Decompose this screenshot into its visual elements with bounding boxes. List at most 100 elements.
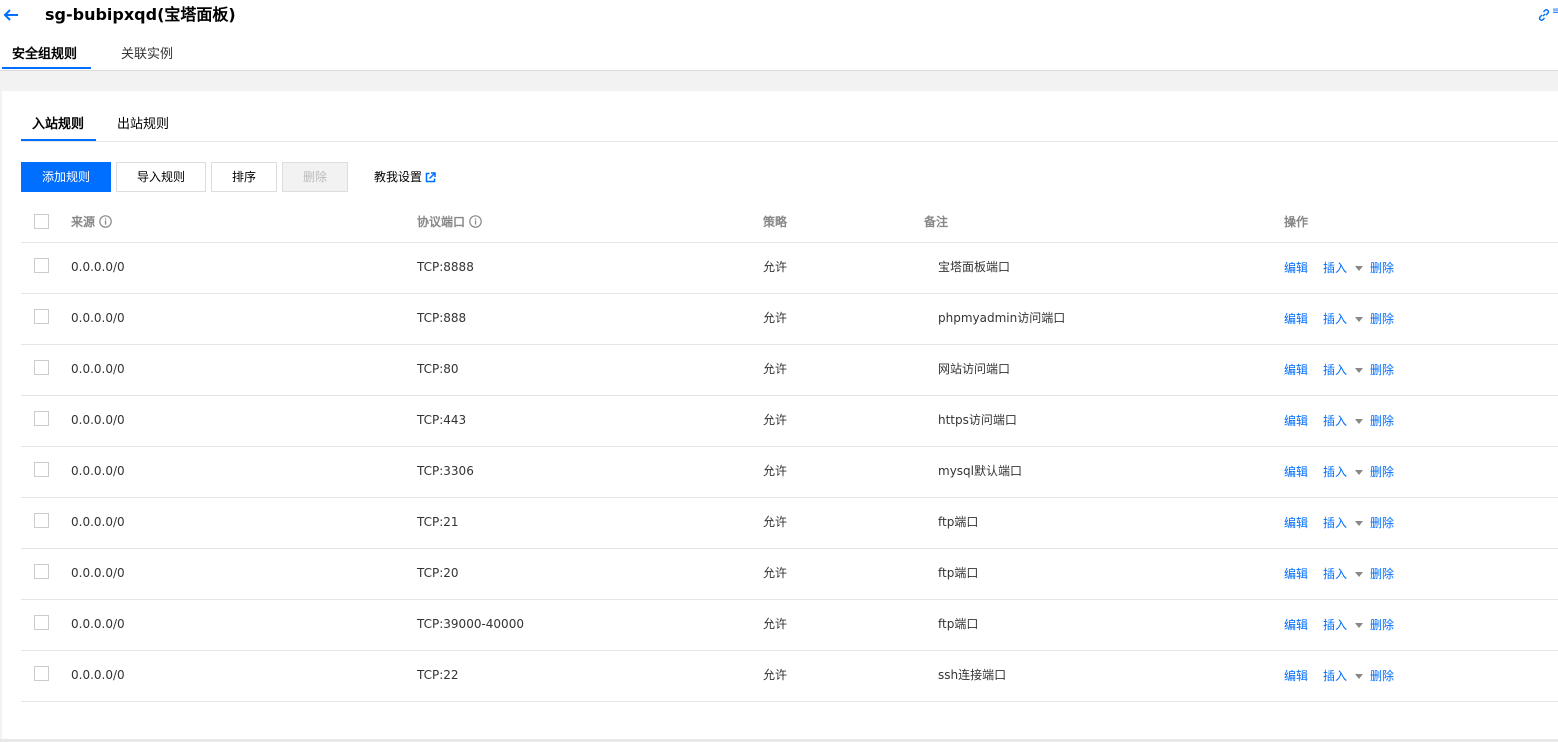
- source-cell: 0.0.0.0/0: [71, 566, 125, 580]
- chevron-down-icon[interactable]: [1355, 419, 1363, 424]
- sort-button[interactable]: 排序: [211, 162, 277, 192]
- menu-icon[interactable]: ≡: [1552, 6, 1558, 17]
- policy-cell: 允许: [763, 515, 788, 529]
- page-title: sg-bubipxqd(宝塔面板): [45, 5, 236, 24]
- edit-link[interactable]: 编辑: [1284, 363, 1308, 377]
- chevron-down-icon[interactable]: [1355, 674, 1363, 679]
- chevron-down-icon[interactable]: [1355, 317, 1363, 322]
- source-cell: 0.0.0.0/0: [71, 617, 125, 631]
- row-checkbox[interactable]: [34, 462, 49, 477]
- column-protocol-port-label: 协议端口: [417, 215, 466, 229]
- row-checkbox[interactable]: [34, 513, 49, 528]
- column-header-protocol-port: 协议端口: [417, 215, 482, 229]
- table-row: 0.0.0.0/0 TCP:888 允许 phpmyadmin访问端口 编辑 插…: [21, 294, 1558, 345]
- port-cell: TCP:3306: [417, 464, 474, 478]
- edit-link[interactable]: 编辑: [1284, 312, 1308, 326]
- edit-link[interactable]: 编辑: [1284, 669, 1308, 683]
- policy-cell: 允许: [763, 566, 788, 580]
- chevron-down-icon[interactable]: [1355, 623, 1363, 628]
- chevron-down-icon[interactable]: [1355, 572, 1363, 577]
- table-row: 0.0.0.0/0 TCP:443 允许 https访问端口 编辑 插入 删除: [21, 396, 1558, 447]
- import-rules-button[interactable]: 导入规则: [116, 162, 206, 192]
- insert-link[interactable]: 插入: [1323, 567, 1347, 581]
- source-cell: 0.0.0.0/0: [71, 464, 125, 478]
- column-header-remark: 备注: [924, 215, 949, 229]
- policy-cell: 允许: [763, 362, 788, 376]
- row-checkbox[interactable]: [34, 411, 49, 426]
- row-checkbox[interactable]: [34, 309, 49, 324]
- external-link-icon[interactable]: [425, 172, 436, 183]
- info-icon[interactable]: [469, 215, 482, 228]
- table-row: 0.0.0.0/0 TCP:3306 允许 mysql默认端口 编辑 插入 删除: [21, 447, 1558, 498]
- row-checkbox[interactable]: [34, 666, 49, 681]
- active-tab-indicator: [2, 67, 91, 69]
- row-checkbox[interactable]: [34, 564, 49, 579]
- insert-link[interactable]: 插入: [1323, 414, 1347, 428]
- chevron-down-icon[interactable]: [1355, 266, 1363, 271]
- delete-link[interactable]: 删除: [1370, 312, 1394, 326]
- table-row: 0.0.0.0/0 TCP:80 允许 网站访问端口 编辑 插入 删除: [21, 345, 1558, 396]
- insert-link[interactable]: 插入: [1323, 465, 1347, 479]
- delete-link[interactable]: 删除: [1370, 567, 1394, 581]
- insert-link[interactable]: 插入: [1323, 669, 1347, 683]
- insert-link[interactable]: 插入: [1323, 312, 1347, 326]
- remark-cell: ssh连接端口: [938, 668, 1007, 682]
- source-cell: 0.0.0.0/0: [71, 311, 125, 325]
- port-cell: TCP:888: [417, 311, 467, 325]
- delete-link[interactable]: 删除: [1370, 516, 1394, 530]
- tab-security-rules[interactable]: 安全组规则: [12, 47, 77, 63]
- top-tabs: 安全组规则 关联实例: [0, 36, 1558, 71]
- column-header-actions: 操作: [1284, 215, 1309, 229]
- policy-cell: 允许: [763, 668, 788, 682]
- delete-link[interactable]: 删除: [1370, 669, 1394, 683]
- remark-cell: https访问端口: [938, 413, 1017, 427]
- help-link[interactable]: 教我设置: [374, 169, 422, 185]
- table-row: 0.0.0.0/0 TCP:22 允许 ssh连接端口 编辑 插入 删除: [21, 651, 1558, 702]
- delete-link[interactable]: 删除: [1370, 618, 1394, 632]
- chevron-down-icon[interactable]: [1355, 521, 1363, 526]
- edit-link[interactable]: 编辑: [1284, 618, 1308, 632]
- delete-link[interactable]: 删除: [1370, 414, 1394, 428]
- port-cell: TCP:20: [417, 566, 459, 580]
- section-divider: [0, 71, 1558, 91]
- select-all-checkbox[interactable]: [34, 214, 49, 229]
- delete-link[interactable]: 删除: [1370, 465, 1394, 479]
- edit-link[interactable]: 编辑: [1284, 567, 1308, 581]
- insert-link[interactable]: 插入: [1323, 516, 1347, 530]
- edit-link[interactable]: 编辑: [1284, 414, 1308, 428]
- add-rule-button[interactable]: 添加规则: [21, 162, 111, 192]
- tab-inbound-rules[interactable]: 入站规则: [32, 117, 84, 133]
- delete-link[interactable]: 删除: [1370, 363, 1394, 377]
- row-checkbox[interactable]: [34, 360, 49, 375]
- source-cell: 0.0.0.0/0: [71, 515, 125, 529]
- row-checkbox[interactable]: [34, 258, 49, 273]
- inner-tab-indicator: [21, 139, 96, 141]
- policy-cell: 允许: [763, 413, 788, 427]
- link-icon[interactable]: [1537, 8, 1551, 22]
- delete-link[interactable]: 删除: [1370, 261, 1394, 275]
- policy-cell: 允许: [763, 464, 788, 478]
- insert-link[interactable]: 插入: [1323, 363, 1347, 377]
- row-checkbox[interactable]: [34, 615, 49, 630]
- tab-outbound-rules[interactable]: 出站规则: [117, 117, 169, 133]
- edit-link[interactable]: 编辑: [1284, 465, 1308, 479]
- edit-link[interactable]: 编辑: [1284, 261, 1308, 275]
- chevron-down-icon[interactable]: [1355, 368, 1363, 373]
- port-cell: TCP:8888: [417, 260, 474, 274]
- info-icon[interactable]: [99, 215, 112, 228]
- back-arrow-icon[interactable]: [2, 6, 20, 24]
- chevron-down-icon[interactable]: [1355, 470, 1363, 475]
- source-cell: 0.0.0.0/0: [71, 413, 125, 427]
- edit-link[interactable]: 编辑: [1284, 516, 1308, 530]
- table-row: 0.0.0.0/0 TCP:20 允许 ftp端口 编辑 插入 删除: [21, 549, 1558, 600]
- tab-associated-instances[interactable]: 关联实例: [121, 47, 173, 63]
- remark-cell: phpmyadmin访问端口: [938, 311, 1066, 325]
- source-cell: 0.0.0.0/0: [71, 668, 125, 682]
- column-header-policy: 策略: [763, 215, 788, 229]
- table-row: 0.0.0.0/0 TCP:8888 允许 宝塔面板端口 编辑 插入 删除: [21, 243, 1558, 294]
- port-cell: TCP:21: [417, 515, 459, 529]
- rule-direction-tabs: 入站规则 出站规则: [21, 111, 1558, 142]
- delete-button[interactable]: 删除: [282, 162, 348, 192]
- insert-link[interactable]: 插入: [1323, 618, 1347, 632]
- insert-link[interactable]: 插入: [1323, 261, 1347, 275]
